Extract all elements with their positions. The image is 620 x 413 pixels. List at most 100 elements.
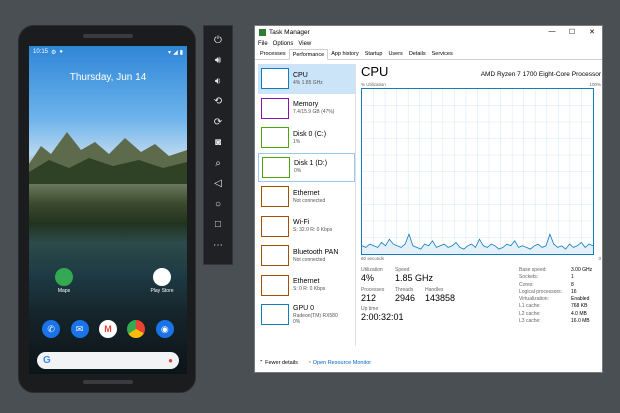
detail-value: 3.00 GHz: [571, 267, 593, 273]
sidebar-item-sub: S: 32.0 R: 0 Kbps: [293, 227, 333, 234]
sidebar-item-name: Ethernet: [293, 278, 320, 286]
detail-key: Base speed:: [519, 267, 547, 273]
sidebar-item-sub: 4% 1.85 GHz: [293, 79, 323, 86]
sidebar-item-sub: Radeon(TM) RX580: [293, 312, 338, 319]
sidebar-item-name: CPU: [293, 71, 308, 79]
sidebar-text: CPU 4% 1.85 GHz: [293, 72, 323, 86]
stat-threads: Threads 2946: [395, 286, 416, 303]
menu-options[interactable]: Options: [273, 41, 294, 47]
sidebar-item-sub: Not connected: [293, 197, 326, 204]
stat-utilization: Utilization 4%: [361, 267, 383, 283]
sidebar-item-name: Disk 0 (C:): [293, 130, 327, 138]
mic-icon[interactable]: ●: [168, 356, 173, 365]
detail-key: Virtualization:: [519, 296, 549, 303]
util-axis-max: 100%: [589, 82, 601, 87]
sidebar-item-sub: 7.4/15.9 GB (47%): [293, 109, 335, 116]
sidebar-item-ethernet[interactable]: Ethernet Not connected: [258, 182, 355, 212]
tab-details[interactable]: Details: [406, 49, 429, 59]
sidebar-thumbnail: [261, 304, 289, 326]
sidebar-item-cpu[interactable]: CPU 4% 1.85 GHz: [258, 64, 355, 94]
emulator-toolbar: ⏻ 🔊︎ 🔉︎ ⟲ ⟳ ◙ ⌕ ◁ ○ □ ⋯: [203, 25, 233, 265]
camera-app-icon[interactable]: ◉: [155, 320, 174, 338]
detail-key: L3 cache:: [519, 318, 541, 325]
detail-value: 1: [571, 274, 574, 281]
power-icon[interactable]: ⏻: [206, 30, 230, 51]
google-logo: G: [43, 355, 51, 366]
detail-key: Logical processors:: [519, 288, 563, 295]
overview-icon[interactable]: □: [206, 215, 230, 236]
sidebar-item-gpu-0[interactable]: GPU 0 Radeon(TM) RX580 0%: [258, 300, 355, 330]
sidebar-text: GPU 0 Radeon(TM) RX580 0%: [293, 305, 338, 325]
settings-icon: ⚙: [51, 49, 57, 56]
time-axis-label: 60 seconds: [361, 256, 385, 261]
phone-screen[interactable]: 10:15 ⚙ ● ▾ ◢ ▮ Thursday, Jun 14 Maps Pl…: [29, 46, 187, 374]
sidebar-item-name: Disk 1 (D:): [294, 160, 328, 168]
menu-file[interactable]: File: [258, 41, 268, 47]
tab-services[interactable]: Services: [429, 49, 456, 59]
back-icon[interactable]: ◁: [206, 174, 230, 195]
detail-key: L1 cache:: [519, 303, 541, 310]
sidebar-thumbnail: [261, 245, 289, 267]
task-manager-window: Task Manager — ☐ ✕ File Options View Pro…: [254, 25, 603, 373]
gmail-app-icon[interactable]: M: [98, 320, 117, 338]
play-store-app-label: Play Store: [150, 288, 174, 294]
window-title: Task Manager: [269, 28, 310, 36]
android-emulator: 10:15 ⚙ ● ▾ ◢ ▮ Thursday, Jun 14 Maps Pl…: [18, 25, 196, 393]
performance-sidebar: CPU 4% 1.85 GHz Memory 7.4/15.9 GB (47%) Dis…: [258, 64, 356, 346]
maps-app-label: Maps: [57, 288, 71, 294]
sidebar-item-ethernet[interactable]: Ethernet S: 0 R: 0 Kbps: [258, 271, 355, 301]
minimize-icon[interactable]: —: [542, 28, 562, 36]
tab-startup[interactable]: Startup: [362, 49, 386, 59]
chevron-up-icon: ⌃: [259, 360, 264, 366]
play-store-app-icon[interactable]: [153, 268, 171, 286]
sidebar-item-name: Wi-Fi: [293, 219, 310, 227]
detail-key: Sockets:: [519, 274, 539, 281]
fewer-details-button[interactable]: ⌃ Fewer details: [259, 360, 298, 366]
detail-key: L2 cache:: [519, 310, 541, 317]
tab-users[interactable]: Users: [385, 49, 405, 59]
sidebar-item-disk-0-c[interactable]: Disk 0 (C:) 1%: [258, 123, 355, 153]
open-resource-monitor-link[interactable]: ◔ Open Resource Monitor: [308, 360, 371, 366]
top-speaker: [83, 34, 133, 38]
stat-speed: Speed 1.85 GHz: [395, 267, 434, 283]
sidebar-item-name: Memory: [293, 101, 319, 109]
rotate-right-icon[interactable]: ⟳: [206, 112, 230, 133]
sidebar-item-wi-fi[interactable]: Wi-Fi S: 32.0 R: 0 Kbps: [258, 212, 355, 242]
sidebar-text: Ethernet Not connected: [293, 190, 325, 204]
sidebar-item-sub: S: 0 R: 0 Kbps: [293, 286, 326, 293]
chrome-app-icon[interactable]: [127, 320, 146, 338]
window-footer: ⌃ Fewer details ◔ Open Resource Monitor: [259, 360, 371, 366]
sidebar-thumbnail: [261, 97, 289, 119]
home-icon[interactable]: ○: [206, 194, 230, 215]
sidebar-item-bluetooth-pan[interactable]: Bluetooth PAN Not connected: [258, 241, 355, 271]
cpu-utilization-graph[interactable]: [361, 88, 594, 255]
tab-processes[interactable]: Processes: [257, 49, 289, 59]
sidebar-item-memory[interactable]: Memory 7.4/15.9 GB (47%): [258, 94, 355, 124]
tab-app-history[interactable]: App history: [328, 49, 362, 59]
cpu-graph-svg: [361, 89, 594, 254]
date-widget[interactable]: Thursday, Jun 14: [29, 72, 187, 83]
menu-view[interactable]: View: [298, 41, 311, 47]
volume-down-icon[interactable]: 🔉︎: [206, 71, 230, 92]
google-search-bar[interactable]: G ●: [37, 352, 179, 369]
stat-handles: Handles 143858: [425, 286, 456, 303]
camera-screenshot-icon[interactable]: ◙: [206, 133, 230, 154]
sidebar-thumbnail: [261, 127, 289, 149]
detail-value: Enabled: [571, 296, 590, 303]
maps-app-icon[interactable]: [55, 268, 73, 286]
stat-uptime: Up time 2:00:32:01: [361, 306, 404, 323]
close-icon[interactable]: ✕: [582, 28, 602, 36]
axis-zero: 0: [598, 256, 601, 261]
messages-app-icon[interactable]: ✉: [70, 320, 89, 338]
zoom-icon[interactable]: ⌕: [206, 153, 230, 174]
maximize-icon[interactable]: ☐: [562, 28, 582, 36]
rotate-left-icon[interactable]: ⟲: [206, 92, 230, 113]
tab-performance[interactable]: Performance: [288, 49, 329, 60]
sidebar-thumbnail: [261, 68, 289, 90]
phone-app-icon[interactable]: ✆: [42, 320, 61, 338]
sidebar-thumbnail: [262, 156, 290, 178]
sidebar-item-disk-1-d[interactable]: Disk 1 (D:) 0%: [258, 152, 355, 182]
more-icon[interactable]: ⋯: [206, 235, 230, 256]
stat-processes: Processes 212: [361, 286, 385, 303]
volume-up-icon[interactable]: 🔊︎: [206, 51, 230, 72]
